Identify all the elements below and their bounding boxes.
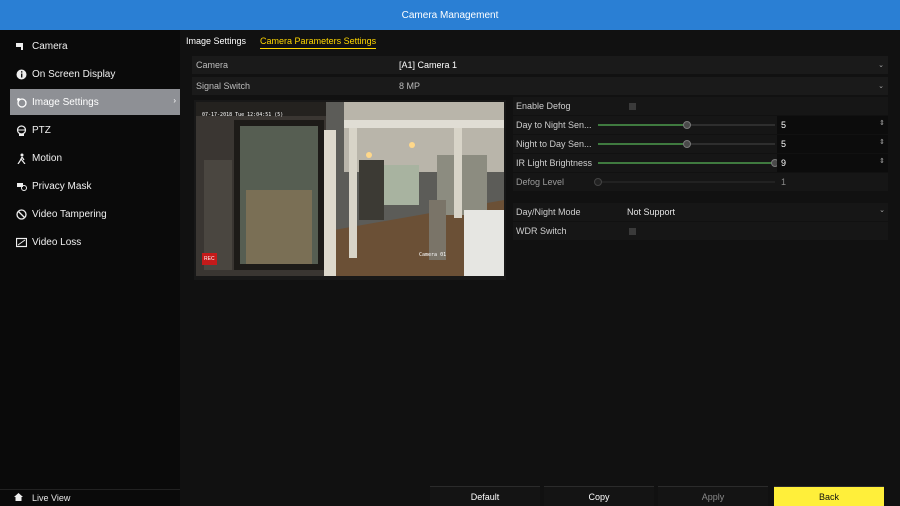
sidebar-item-video-loss[interactable]: Video Loss — [0, 229, 180, 255]
chevron-down-icon[interactable]: ⌄ — [878, 61, 884, 69]
ir-light-input[interactable] — [777, 154, 888, 172]
enable-defog-checkbox[interactable] — [629, 103, 636, 110]
sidebar-item-video-tampering[interactable]: Video Tampering — [0, 201, 180, 227]
back-button[interactable]: Back — [774, 486, 884, 506]
enable-defog-label: Enable Defog — [516, 101, 571, 111]
sidebar-item-label: Video Loss — [32, 236, 82, 248]
osd-camera-name: Camera 01 — [419, 252, 447, 258]
sidebar-item-image-settings[interactable]: Image Settings › — [10, 89, 180, 115]
day-to-night-row: Day to Night Sen... 5 ⇕ — [513, 116, 888, 134]
sidebar-item-label: Image Settings — [32, 96, 99, 108]
signal-switch-select[interactable]: 8 MP — [399, 81, 420, 91]
tab-bar: Image Settings Camera Parameters Setting… — [186, 36, 390, 49]
slider-knob[interactable] — [682, 121, 691, 129]
sidebar-item-label: PTZ — [32, 124, 51, 136]
night-to-day-input[interactable] — [777, 135, 888, 153]
chevron-down-icon[interactable]: ⌄ — [879, 206, 885, 214]
sidebar-item-on-screen-display[interactable]: On Screen Display — [0, 61, 180, 87]
camera-preview: 07-17-2018 Tue 12:04:51 (5) Camera 01 RE… — [194, 100, 506, 280]
camera-icon — [14, 39, 28, 53]
day-to-night-input[interactable] — [777, 116, 888, 134]
ir-light-row: IR Light Brightness 9 ⇕ — [513, 154, 888, 172]
image-settings-icon — [14, 95, 28, 109]
live-view-button[interactable]: Live View — [0, 489, 180, 506]
camera-select[interactable]: [A1] Camera 1 — [399, 60, 457, 70]
day-night-mode-label: Day/Night Mode — [516, 207, 581, 217]
camera-label: Camera — [196, 60, 229, 70]
day-to-night-slider[interactable] — [598, 121, 775, 129]
copy-button[interactable]: Copy — [544, 486, 654, 506]
sidebar-item-label: Privacy Mask — [32, 180, 92, 192]
sidebar-item-motion[interactable]: Motion — [0, 145, 180, 171]
video-loss-icon — [14, 235, 28, 249]
sidebar-item-label: On Screen Display — [32, 68, 116, 80]
defog-level-value: 1 — [781, 177, 787, 187]
default-button[interactable]: Default — [430, 486, 540, 506]
night-to-day-label: Night to Day Sen... — [516, 139, 592, 149]
spinner-icon[interactable]: ⇕ — [879, 119, 885, 127]
sidebar-item-privacy-mask[interactable]: Privacy Mask — [0, 173, 180, 199]
privacy-mask-icon — [14, 179, 28, 193]
sidebar: Camera On Screen Display Image Settings … — [0, 30, 180, 506]
tamper-icon — [14, 207, 28, 221]
motion-icon — [14, 151, 28, 165]
rec-badge: REC — [202, 253, 217, 265]
slider-fill — [598, 162, 775, 164]
day-night-mode-select[interactable]: Not Support — [627, 207, 675, 217]
defog-level-row: Defog Level 1 — [513, 173, 888, 191]
info-icon — [14, 67, 28, 81]
sidebar-item-label: Camera — [32, 40, 68, 52]
chevron-right-icon: › — [173, 96, 176, 105]
defog-level-label: Defog Level — [516, 177, 565, 187]
night-to-day-value: 5 — [781, 139, 787, 149]
preview-image — [196, 102, 504, 276]
slider-knob — [594, 178, 602, 186]
signal-switch-label: Signal Switch — [196, 81, 251, 91]
night-to-day-slider[interactable] — [598, 140, 775, 148]
tab-image-settings[interactable]: Image Settings — [186, 36, 246, 49]
osd-timestamp: 07-17-2018 Tue 12:04:51 (5) — [202, 112, 284, 118]
chevron-down-icon[interactable]: ⌄ — [878, 82, 884, 90]
apply-button[interactable]: Apply — [658, 486, 768, 506]
sidebar-item-label: Video Tampering — [32, 208, 107, 220]
signal-switch-row: Signal Switch 8 MP ⌄ — [192, 77, 888, 95]
button-bar: Default Copy Apply Back — [180, 486, 900, 506]
slider-fill — [598, 143, 687, 145]
ir-light-label: IR Light Brightness — [516, 158, 593, 168]
ptz-icon — [14, 123, 28, 137]
tab-camera-parameters-settings[interactable]: Camera Parameters Settings — [260, 36, 377, 49]
day-night-mode-row: Day/Night Mode Not Support ⌄ — [513, 203, 888, 221]
day-to-night-label: Day to Night Sen... — [516, 120, 592, 130]
sidebar-item-label: Motion — [32, 152, 63, 164]
day-to-night-value: 5 — [781, 120, 787, 130]
ir-light-value: 9 — [781, 158, 787, 168]
live-view-label: Live View — [32, 493, 71, 503]
night-to-day-row: Night to Day Sen... 5 ⇕ — [513, 135, 888, 153]
defog-level-slider — [594, 178, 775, 186]
slider-fill — [598, 124, 687, 126]
ir-light-slider[interactable] — [598, 159, 779, 167]
enable-defog-row: Enable Defog — [513, 97, 888, 115]
sidebar-item-ptz[interactable]: PTZ — [0, 117, 180, 143]
wdr-switch-label: WDR Switch — [516, 226, 567, 236]
slider-knob[interactable] — [682, 140, 691, 148]
window-title: Camera Management — [0, 0, 900, 30]
sidebar-item-camera[interactable]: Camera — [0, 33, 180, 59]
spinner-icon[interactable]: ⇕ — [879, 138, 885, 146]
wdr-switch-checkbox[interactable] — [629, 228, 636, 235]
home-icon — [14, 493, 26, 503]
camera-row: Camera [A1] Camera 1 ⌄ — [192, 56, 888, 74]
spinner-icon[interactable]: ⇕ — [879, 157, 885, 165]
wdr-switch-row: WDR Switch — [513, 222, 888, 240]
